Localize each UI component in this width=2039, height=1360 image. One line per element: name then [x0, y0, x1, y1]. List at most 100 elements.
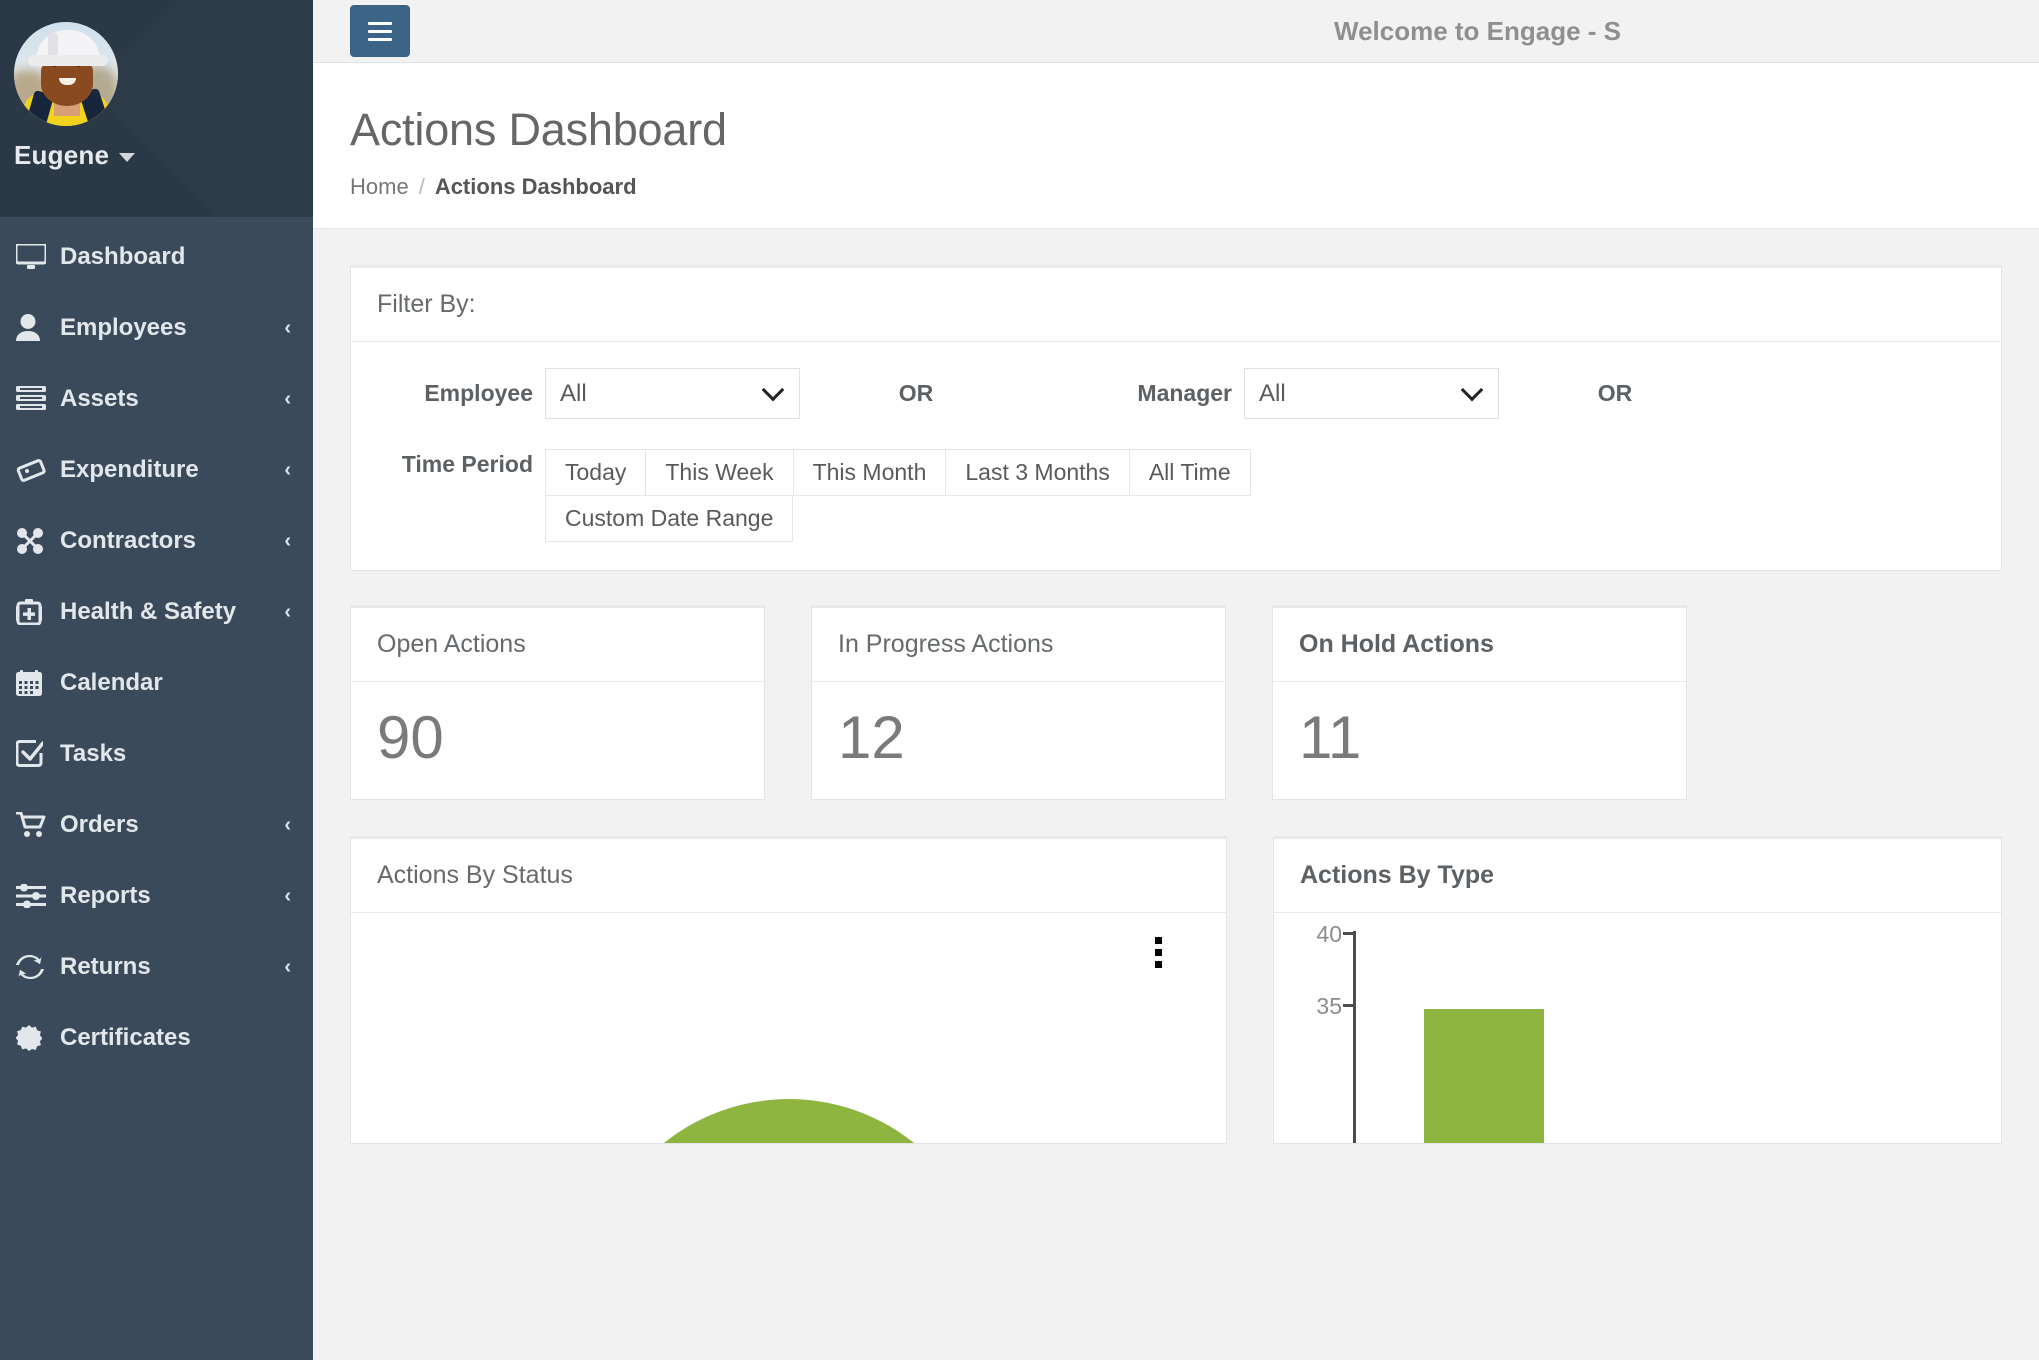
sidebar-nav: Dashboard Employees ‹ Assets ‹ Expenditu… [0, 217, 313, 1073]
breadcrumb-home-link[interactable]: Home [350, 174, 409, 200]
time-button-this-month[interactable]: This Month [792, 449, 947, 496]
stat-card-title: Open Actions [377, 630, 526, 658]
manager-select-value: All [1259, 379, 1286, 407]
avatar[interactable] [14, 22, 118, 126]
sidebar-item-label: Orders [60, 810, 139, 838]
filter-title: Filter By: [377, 290, 476, 318]
sidebar-item-contractors[interactable]: Contractors ‹ [0, 505, 313, 576]
pie-chart-container [351, 913, 1226, 1143]
sidebar-item-label: Calendar [60, 668, 163, 696]
page-title: Actions Dashboard [350, 104, 727, 155]
chevron-left-icon: ‹ [284, 600, 291, 623]
employee-select[interactable]: All [545, 368, 800, 419]
chevron-left-icon: ‹ [284, 884, 291, 907]
sidebar-item-label: Tasks [60, 739, 127, 767]
filter-card: Filter By: Employee All OR Manager All O… [350, 265, 2002, 571]
employee-label: Employee [424, 380, 533, 406]
time-button-last-3-months[interactable]: Last 3 Months [945, 449, 1130, 496]
refresh-icon [16, 954, 60, 979]
time-button-today[interactable]: Today [545, 449, 647, 496]
sidebar-item-reports[interactable]: Reports ‹ [0, 860, 313, 931]
sidebar-item-label: Health & Safety [60, 597, 237, 625]
stat-card-title: In Progress Actions [838, 630, 1054, 658]
user-icon [16, 314, 60, 341]
time-button-custom-date-range[interactable]: Custom Date Range [545, 495, 794, 542]
stat-card-on-hold-actions: On Hold Actions 11 [1272, 605, 1687, 800]
sidebar-item-dashboard[interactable]: Dashboard [0, 221, 313, 292]
chart-card-header: Actions By Status [351, 839, 1226, 913]
chart-title-actions-by-status: Actions By Status [377, 861, 573, 889]
manager-select[interactable]: All [1244, 368, 1499, 419]
y-axis-line [1353, 931, 1356, 1143]
chevron-left-icon: ‹ [284, 529, 291, 552]
certificate-icon [16, 1024, 60, 1051]
welcome-message: Welcome to Engage - S [1334, 16, 1622, 46]
stat-card-value: 11 [1299, 704, 1362, 771]
bar-0[interactable] [1424, 1009, 1544, 1143]
main-content: Welcome to Engage - S Actions Dashboard … [313, 0, 2039, 1360]
sidebar-item-employees[interactable]: Employees ‹ [0, 292, 313, 363]
stat-card-open-actions: Open Actions 90 [350, 605, 765, 800]
employee-select-value: All [560, 379, 587, 407]
ticket-icon [16, 457, 60, 483]
sidebar-item-label: Expenditure [60, 455, 199, 483]
sidebar-item-health-and-safety[interactable]: Health & Safety ‹ [0, 576, 313, 647]
chart-card-actions-by-type: Actions By Type 40 35 [1273, 836, 2002, 1144]
sidebar-item-label: Dashboard [60, 242, 186, 270]
calendar-icon [16, 669, 60, 696]
server-icon [16, 385, 60, 412]
chevron-left-icon: ‹ [284, 955, 291, 978]
sidebar-item-label: Certificates [60, 1023, 191, 1051]
sidebar-item-assets[interactable]: Assets ‹ [0, 363, 313, 434]
stat-card-header: Open Actions [351, 608, 764, 682]
check-square-icon [16, 740, 60, 767]
chart-title-actions-by-type: Actions By Type [1300, 861, 1495, 889]
breadcrumb-separator: / [418, 174, 425, 199]
chevron-left-icon: ‹ [284, 316, 291, 339]
time-period-button-group: Today This Week This Month Last 3 Months… [545, 449, 1305, 542]
sidebar-item-returns[interactable]: Returns ‹ [0, 931, 313, 1002]
breadcrumb-current: Actions Dashboard [434, 174, 637, 199]
filter-card-header: Filter By: [351, 268, 2001, 342]
or-separator-2: OR [1597, 380, 1633, 406]
stat-card-in-progress-actions: In Progress Actions 12 [811, 605, 1226, 800]
sidebar-item-label: Employees [60, 313, 187, 341]
breadcrumb: Home / Actions Dashboard [350, 174, 2039, 200]
time-button-all-time[interactable]: All Time [1128, 449, 1251, 496]
manager-label: Manager [1137, 380, 1232, 406]
pie-chart[interactable] [588, 1099, 989, 1143]
chart-card-header: Actions By Type [1274, 839, 2001, 913]
sidebar-item-label: Reports [60, 881, 151, 909]
sidebar-item-label: Assets [60, 384, 139, 412]
sidebar-item-label: Contractors [60, 526, 197, 554]
chart-card-row: Actions By Status Actions By Type 40 35 [350, 836, 2039, 1144]
sidebar-profile: Eugene [0, 0, 313, 217]
chevron-down-icon [1460, 378, 1484, 401]
briefcase-medical-icon [16, 598, 60, 625]
chart-card-actions-by-status: Actions By Status [350, 836, 1227, 1144]
kebab-menu-icon[interactable] [1155, 937, 1162, 968]
stat-card-header: In Progress Actions [812, 608, 1225, 682]
page-header: Actions Dashboard Home / Actions Dashboa… [313, 63, 2039, 229]
stat-card-value: 90 [377, 704, 444, 771]
desktop-icon [16, 243, 60, 270]
time-button-this-week[interactable]: This Week [645, 449, 794, 496]
filter-row-time: Time Period Today This Week This Month L… [351, 449, 2001, 542]
sidebar-item-certificates[interactable]: Certificates [0, 1002, 313, 1073]
bar-chart-container: 40 35 [1274, 913, 2001, 1143]
sidebar-item-orders[interactable]: Orders ‹ [0, 789, 313, 860]
sidebar-item-tasks[interactable]: Tasks [0, 718, 313, 789]
sidebar-item-expenditure[interactable]: Expenditure ‹ [0, 434, 313, 505]
chevron-left-icon: ‹ [284, 458, 291, 481]
bar-chart[interactable]: 40 35 [1274, 913, 2001, 1143]
profile-name: Eugene [14, 140, 110, 170]
hamburger-icon[interactable] [350, 5, 410, 57]
sidebar-item-calendar[interactable]: Calendar [0, 647, 313, 718]
stat-card-header: On Hold Actions [1273, 608, 1686, 682]
profile-menu-toggle[interactable]: Eugene [14, 140, 313, 171]
or-separator-1: OR [898, 380, 934, 406]
stat-card-title: On Hold Actions [1299, 630, 1494, 658]
chevron-left-icon: ‹ [284, 387, 291, 410]
stat-card-row: Open Actions 90 In Progress Actions 12 O… [350, 605, 2039, 800]
y-tick-label-40: 40 [1316, 921, 1342, 947]
